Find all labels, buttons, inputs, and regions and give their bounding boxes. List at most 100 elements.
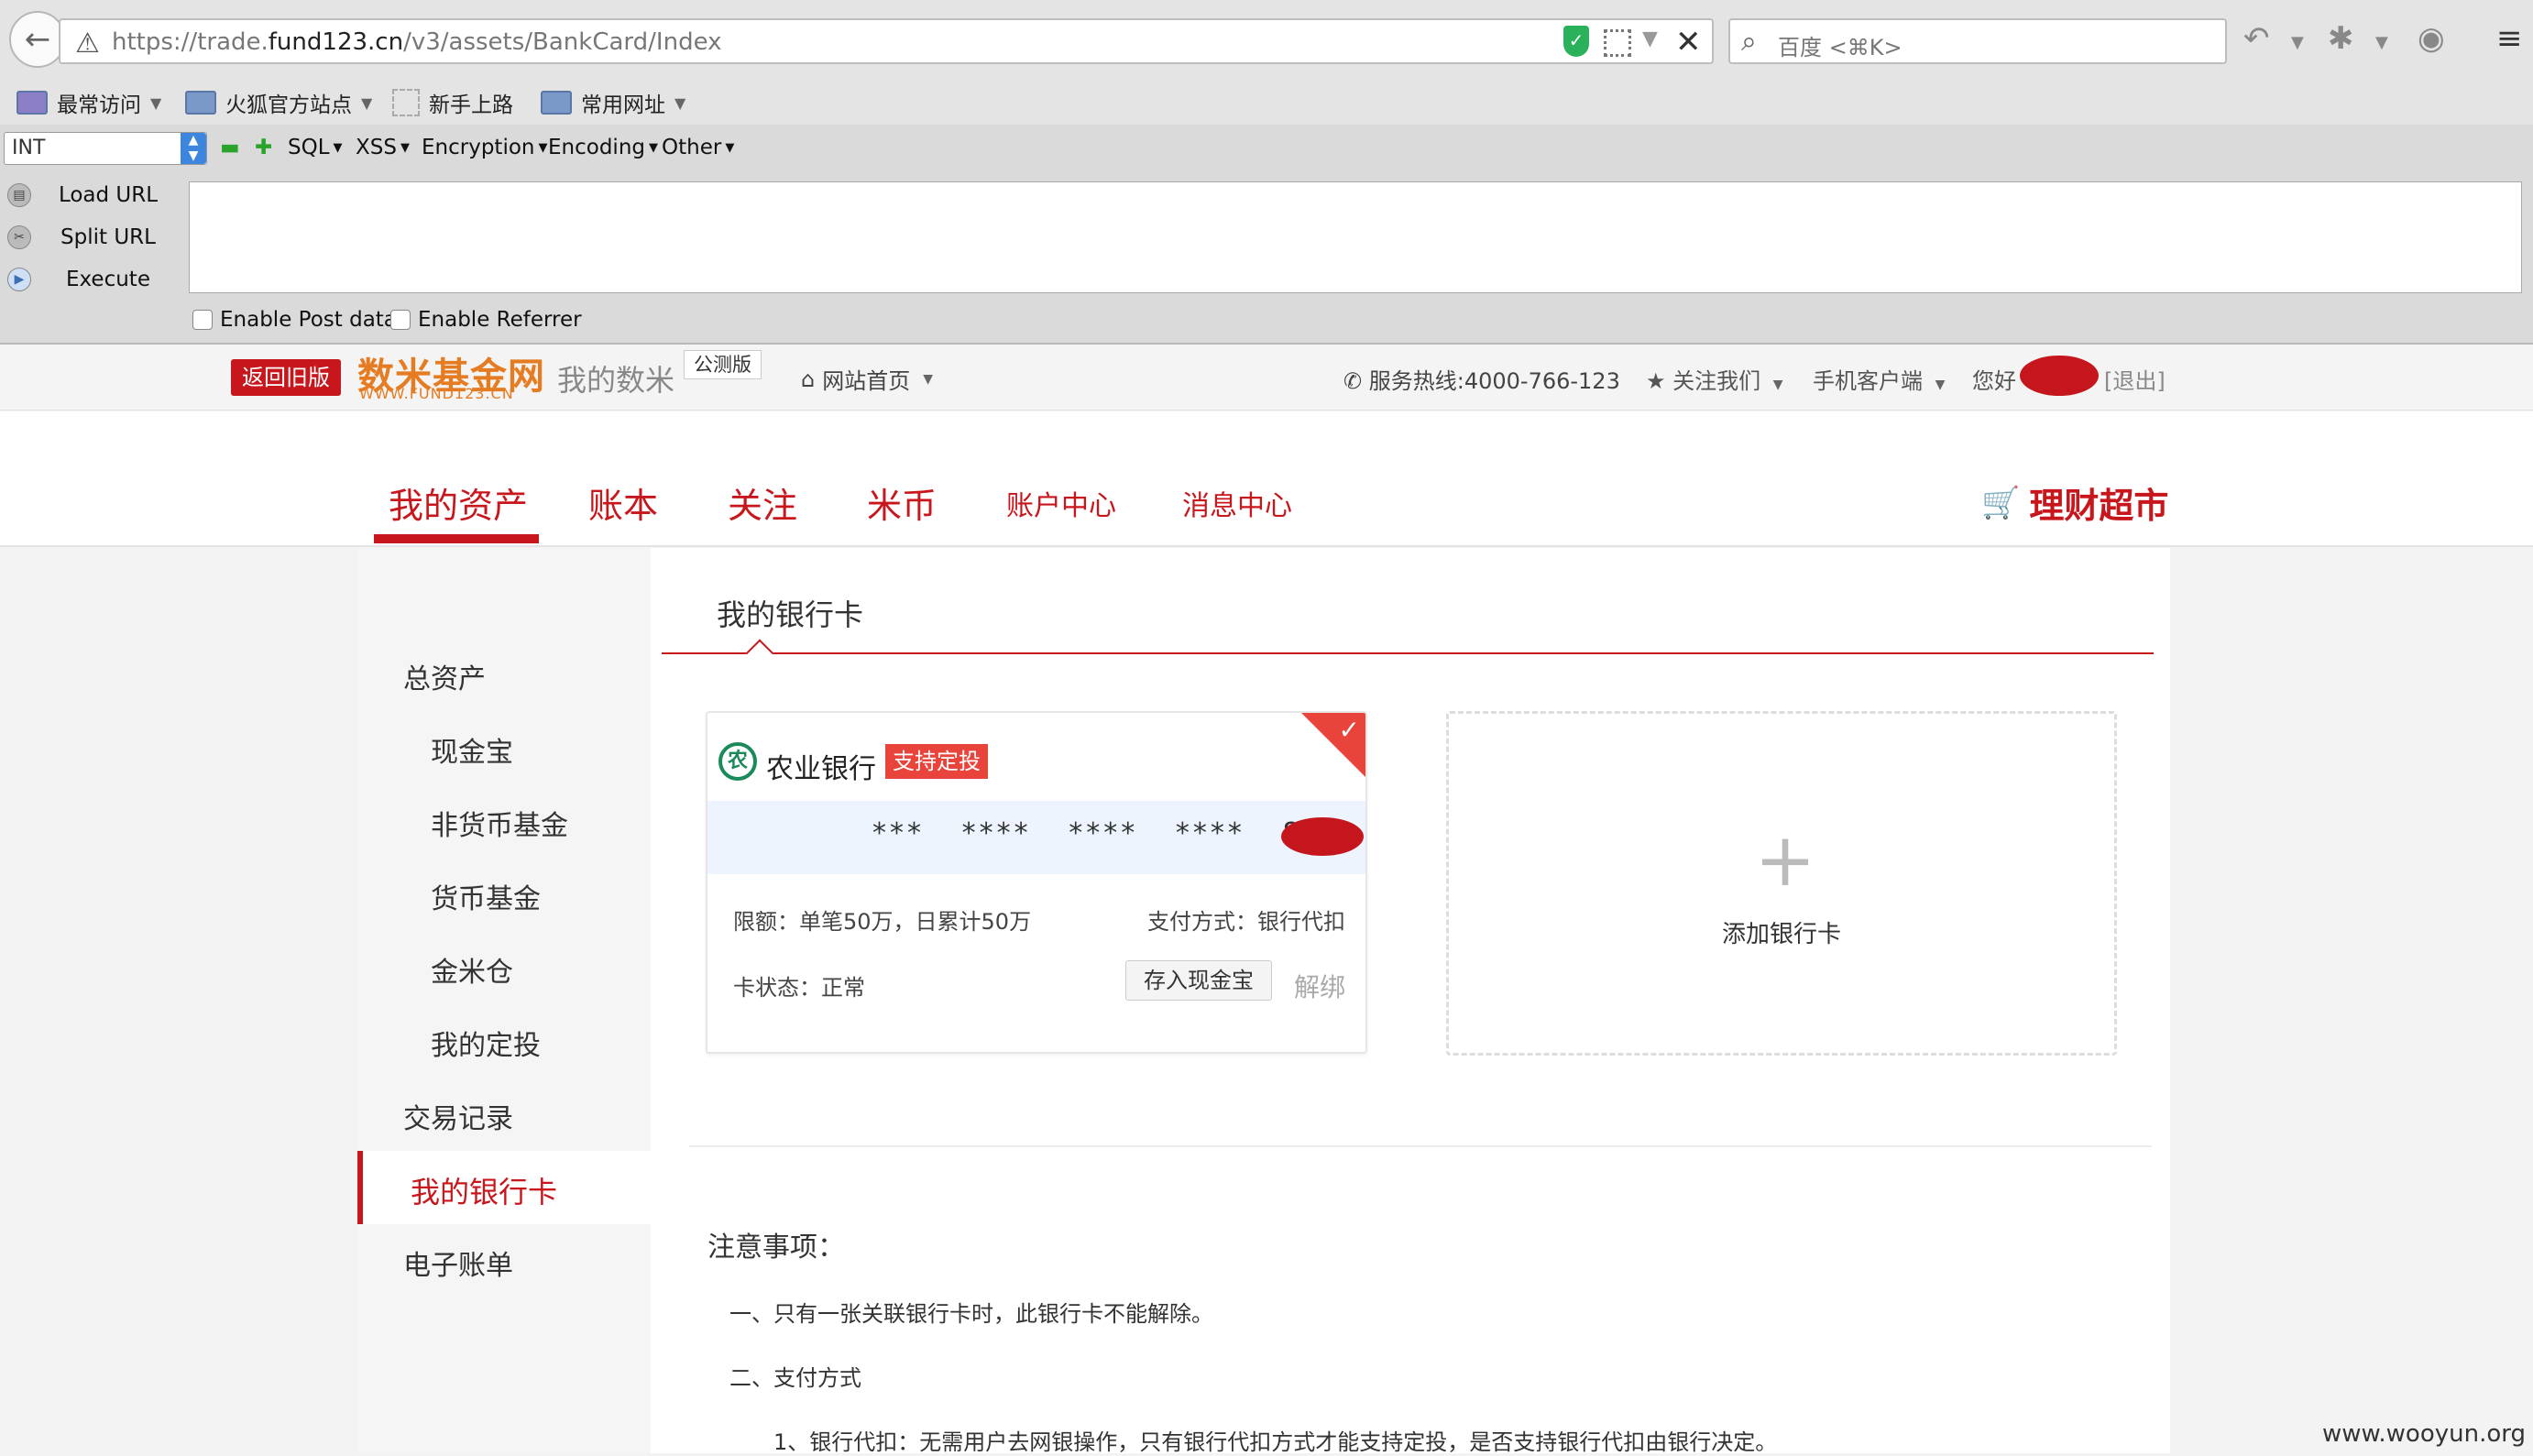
finance-market-link[interactable]: 🛒 理财超市 — [1981, 477, 2168, 528]
card-number: *** **** **** **** 8 — [872, 817, 1304, 849]
play-icon: ▶ — [7, 268, 31, 291]
checkbox-box — [390, 310, 411, 330]
tab-message-center[interactable]: 消息中心 — [1182, 483, 1292, 523]
hackbar-url-textarea[interactable] — [189, 181, 2522, 293]
sidebar-item-my-fixed-invest[interactable]: 我的定投 — [431, 1023, 541, 1063]
sidebar-item-jinmicang[interactable]: 金米仓 — [431, 949, 513, 990]
follow-label: 关注我们 — [1672, 368, 1760, 394]
bookmark-getting-started[interactable]: 新手上路 — [392, 86, 513, 119]
hackbar-panel: INT ▲▼ ▬ ✚ SQL▼ XSS▼ Encryption▼ Encodin… — [0, 125, 2533, 345]
bank-card-content: 我的银行卡 ✓ 农 农业银行 支持定投 *** **** **** **** 8… — [651, 548, 2170, 1453]
tab-watchlist[interactable]: 关注 — [728, 477, 797, 528]
bug-icon[interactable]: ✱ — [2328, 20, 2354, 57]
warning-icon: ⚠ — [75, 27, 100, 60]
address-bar[interactable]: ⚠ https://trade.fund123.cn/v3/assets/Ban… — [59, 18, 1714, 64]
check-icon: ✓ — [1339, 715, 1360, 745]
notice-title: 注意事项： — [707, 1224, 845, 1264]
menu-label: Encoding — [548, 136, 645, 159]
search-placeholder: 百度 <⌘K> — [1778, 29, 1902, 61]
qr-code-icon[interactable] — [1604, 29, 1631, 57]
sidebar-item-non-money-fund[interactable]: 非货币基金 — [431, 803, 568, 843]
undo-icon[interactable]: ↶ — [2243, 20, 2270, 57]
site-home-link[interactable]: ⌂ 网站首页 ▼ — [801, 363, 933, 395]
folder-icon — [185, 91, 216, 115]
hackbar-menu-encoding[interactable]: Encoding▼ — [548, 136, 658, 159]
notice-item: 1、银行代扣：无需用户去网银操作，只有银行代扣方式才能支持定投，是否支持银行代扣… — [773, 1424, 1777, 1456]
bookmark-most-visited[interactable]: 最常访问 ▼ — [16, 86, 161, 119]
shield-icon[interactable]: ✓ — [1563, 26, 1589, 57]
dropdown-icon[interactable]: ▼ — [2291, 33, 2304, 52]
bookmark-label: 新手上路 — [429, 87, 513, 118]
chevron-down-icon: ▼ — [725, 141, 734, 155]
active-tab-indicator — [374, 534, 539, 543]
select-value: INT — [12, 137, 45, 159]
sidebar-item-cash-treasure[interactable]: 现金宝 — [431, 729, 513, 770]
chevron-down-icon: ▼ — [538, 141, 547, 155]
search-box[interactable]: ⌕ 百度 <⌘K> — [1728, 18, 2227, 64]
execute-button[interactable]: ▶ Execute — [7, 264, 181, 295]
action-label: Split URL — [44, 225, 172, 249]
hackbar-menu-xss[interactable]: XSS▼ — [356, 136, 410, 159]
title-divider — [662, 652, 2154, 654]
mobile-client-menu[interactable]: 手机客户端 ▼ — [1813, 363, 1945, 395]
load-icon: ▤ — [7, 183, 31, 207]
notice-item: 一、只有一张关联银行卡时，此银行卡不能解除。 — [729, 1296, 1213, 1328]
sidebar-item-total-assets[interactable]: 总资产 — [403, 656, 486, 696]
hackbar-menu-encryption[interactable]: Encryption▼ — [422, 136, 547, 159]
enable-referrer-checkbox[interactable]: Enable Referrer — [390, 308, 582, 332]
site-top-bar: 返回旧版 数米基金网 WWW.FUND123.CN 我的数米 公测版 ⌂ 网站首… — [0, 345, 2533, 411]
hackbar-type-select[interactable]: INT ▲▼ — [4, 132, 207, 165]
main-nav: 我的资产 账本 关注 米币 账户中心 消息中心 🛒 理财超市 — [0, 411, 2533, 547]
my-shumi-title: 我的数米 — [557, 357, 674, 400]
bookmark-label: 火狐官方站点 — [225, 87, 352, 118]
split-url-button[interactable]: ✂ Split URL — [7, 222, 181, 253]
market-label: 理财超市 — [2029, 477, 2168, 528]
globe-icon[interactable]: ◉ — [2418, 20, 2445, 57]
chevron-down-icon: ▼ — [334, 141, 343, 155]
menu-label: XSS — [356, 136, 397, 159]
hotline-text: 服务热线:4000-766-123 — [1369, 368, 1620, 394]
return-old-version-button[interactable]: 返回旧版 — [231, 359, 341, 396]
dropdown-icon[interactable]: ▼ — [1642, 27, 1658, 50]
chevron-down-icon: ▼ — [400, 141, 410, 155]
tab-mi-coin[interactable]: 米币 — [867, 477, 937, 528]
add-bank-card-button[interactable]: + 添加银行卡 — [1446, 711, 2117, 1056]
tab-my-assets[interactable]: 我的资产 — [389, 477, 528, 528]
menu-icon[interactable]: ≡ — [2496, 20, 2523, 57]
sidebar-item-e-statement[interactable]: 电子账单 — [403, 1243, 513, 1283]
back-arrow-icon[interactable]: ← — [9, 11, 66, 68]
beta-badge: 公测版 — [684, 350, 762, 379]
tab-account-center[interactable]: 账户中心 — [1006, 483, 1116, 523]
deposit-cash-treasure-button[interactable]: 存入现金宝 — [1125, 960, 1272, 1001]
menu-label: SQL — [288, 136, 330, 159]
scissors-icon: ✂ — [7, 225, 31, 249]
bookmark-common-sites[interactable]: 常用网址 ▼ — [541, 86, 685, 119]
sidebar-item-my-bank-cards[interactable]: 我的银行卡 — [357, 1151, 651, 1224]
notice-divider — [689, 1145, 2152, 1147]
bookmark-firefox-sites[interactable]: 火狐官方站点 ▼ — [185, 86, 372, 119]
greeting: 您好 — [1972, 363, 2016, 395]
enable-post-checkbox[interactable]: Enable Post data — [192, 308, 397, 332]
hackbar-menu-sql[interactable]: SQL ▼ — [288, 136, 343, 159]
load-url-button[interactable]: ▤ Load URL — [7, 180, 181, 211]
bookmark-label: 常用网址 — [581, 87, 665, 118]
home-icon: ⌂ — [801, 367, 815, 392]
tab-ledger[interactable]: 账本 — [588, 477, 658, 528]
chevron-updown-icon: ▲▼ — [181, 133, 206, 164]
follow-us-menu[interactable]: ★ 关注我们 ▼ — [1646, 363, 1783, 395]
chevron-down-icon: ▼ — [361, 94, 372, 112]
hackbar-menu-other[interactable]: Other▼ — [662, 136, 734, 159]
unbind-link[interactable]: 解绑 — [1294, 968, 1345, 1004]
sidebar-item-label: 我的银行卡 — [411, 1169, 557, 1211]
sidebar-item-money-fund[interactable]: 货币基金 — [431, 876, 541, 916]
notice-item: 二、支付方式 — [729, 1360, 861, 1392]
checkbox-box — [192, 310, 213, 330]
minus-icon[interactable]: ▬ — [220, 136, 240, 159]
sidebar-item-transactions[interactable]: 交易记录 — [403, 1096, 513, 1136]
logout-link[interactable]: [退出] — [2104, 363, 2166, 395]
chevron-down-icon: ▼ — [1935, 378, 1946, 392]
close-icon[interactable]: ✕ — [1675, 24, 1702, 60]
dropdown-icon[interactable]: ▼ — [2375, 33, 2388, 52]
cart-icon: 🛒 — [1981, 485, 2020, 521]
plus-icon[interactable]: ✚ — [255, 136, 272, 159]
